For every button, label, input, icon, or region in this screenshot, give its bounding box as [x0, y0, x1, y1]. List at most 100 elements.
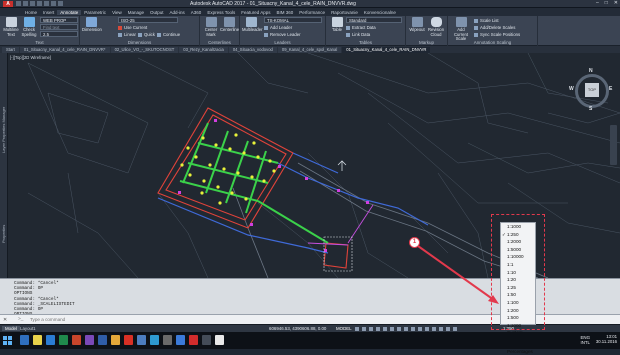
3d-osnap-icon[interactable] — [418, 327, 422, 331]
compass-south[interactable]: S — [589, 106, 592, 112]
wipeout-button[interactable]: Wipeout — [408, 17, 426, 33]
osnap-icon[interactable] — [383, 327, 387, 331]
maximize-icon[interactable]: □ — [605, 0, 608, 6]
table-button[interactable]: Table — [328, 17, 346, 33]
app-icon[interactable] — [202, 335, 211, 345]
sync-scale-positions-button[interactable]: Sync Scale Positions — [474, 32, 520, 37]
use-current-row[interactable]: Use Current — [118, 25, 147, 30]
ribbon-tab-bim-360[interactable]: BIM 360 — [274, 10, 297, 15]
navigation-bar[interactable] — [610, 125, 617, 165]
start-button-icon[interactable] — [3, 336, 12, 345]
properties-palette-tab[interactable]: Properties — [1, 203, 7, 243]
leader-style-combo[interactable]: TS-KOMAL — [264, 17, 322, 23]
ribbon-tab-performance[interactable]: Performance — [296, 10, 328, 15]
undo-icon[interactable] — [51, 1, 56, 6]
multileader-button[interactable]: Multileader — [242, 17, 260, 33]
coordinates-readout[interactable]: 606946.53, 4390606.88, 0.00 — [269, 326, 326, 331]
otrack-icon[interactable] — [390, 327, 394, 331]
text-height-combo[interactable]: 2.5 — [40, 31, 78, 37]
linear-button[interactable]: Linear — [124, 32, 136, 37]
add-current-scale-button[interactable]: Add Current Scale — [452, 17, 470, 42]
scale-list-button[interactable]: Scale List — [474, 18, 499, 23]
selection-filter-icon[interactable] — [432, 327, 436, 331]
ribbon-tab-konvencionalne[interactable]: Konvencionalne — [361, 10, 399, 15]
dynamic-ucs-icon[interactable] — [425, 327, 429, 331]
add-delete-scales-button[interactable]: Add/Delete Scales — [474, 25, 515, 30]
layout1-tab[interactable]: Layout1 — [18, 326, 38, 331]
open-file-icon[interactable] — [23, 1, 28, 6]
explorer-icon[interactable] — [20, 335, 29, 345]
ribbon-tab-annotate[interactable]: Annotate — [57, 10, 81, 15]
save-icon[interactable] — [30, 1, 35, 6]
text-style-combo[interactable]: WEB PROP — [40, 17, 78, 23]
dimension-style-combo[interactable]: ISO-25 — [118, 17, 178, 23]
ribbon-tab-featured-apps[interactable]: Featured Apps — [238, 10, 273, 15]
find-text-field[interactable]: Find text — [40, 24, 78, 30]
word-icon[interactable] — [46, 335, 55, 345]
lineweight-icon[interactable] — [397, 327, 401, 331]
table-style-combo[interactable]: Standard — [346, 17, 402, 23]
close-icon[interactable]: ✕ — [614, 0, 618, 6]
snap-icon[interactable] — [362, 327, 366, 331]
command-input[interactable] — [30, 316, 470, 323]
layer-properties-palette-tab[interactable]: Layer Properties Manager — [1, 93, 7, 153]
notepad-icon[interactable] — [215, 335, 224, 345]
continue-button[interactable]: Continue — [163, 32, 180, 37]
selection-cycling-icon[interactable] — [411, 327, 415, 331]
skype-icon[interactable] — [137, 335, 146, 345]
teamviewer-icon[interactable] — [176, 335, 185, 345]
grid-icon[interactable] — [355, 327, 359, 331]
clock[interactable]: 13:01 30.11.2016 — [596, 334, 617, 344]
dimension-button[interactable]: Dimension — [82, 17, 100, 33]
close-command-line-icon[interactable]: ✕ — [3, 317, 7, 323]
quick-button[interactable]: Quick — [144, 32, 155, 37]
center-mark-button[interactable]: Center Mark — [202, 17, 220, 37]
outlook-icon[interactable] — [98, 335, 107, 345]
autocad-taskbar-icon[interactable] — [189, 335, 198, 345]
ribbon-tab-insert[interactable]: Insert — [40, 10, 57, 15]
viewcube-top-face[interactable]: TOP — [585, 83, 599, 97]
calculator-icon[interactable] — [163, 335, 172, 345]
ribbon-tab-raportovanie[interactable]: Raportovanie — [328, 10, 361, 15]
annotation-visibility-icon[interactable] — [446, 327, 450, 331]
ribbon-tab-manage[interactable]: Manage — [125, 10, 147, 15]
compass-west[interactable]: W — [569, 86, 574, 92]
revision-cloud-button[interactable]: Revision Cloud — [427, 17, 445, 37]
ribbon-tab-home[interactable]: Home — [22, 10, 40, 15]
ribbon-tab-add-ins[interactable]: Add-ins — [167, 10, 188, 15]
ie-icon[interactable] — [150, 335, 159, 345]
add-leader-button[interactable]: Add Leader — [264, 25, 292, 30]
ortho-icon[interactable] — [369, 327, 373, 331]
chrome-icon[interactable] — [111, 335, 120, 345]
ribbon-tab-view[interactable]: View — [109, 10, 125, 15]
ribbon-tab-express-tools[interactable]: Express Tools — [204, 10, 238, 15]
folder-icon[interactable] — [33, 335, 42, 345]
gizmo-icon[interactable] — [439, 327, 443, 331]
transparency-icon[interactable] — [404, 327, 408, 331]
remove-leader-button[interactable]: Remove Leader — [264, 32, 301, 37]
extract-data-button[interactable]: Extract Data — [346, 25, 376, 30]
viewcube[interactable]: TOP N S E W — [569, 68, 615, 114]
excel-icon[interactable] — [59, 335, 68, 345]
viewport-label[interactable]: [-][Top][2D Wireframe] — [10, 55, 51, 60]
minimize-icon[interactable]: – — [596, 0, 599, 6]
ribbon-tab-parametric[interactable]: Parametric — [81, 10, 109, 15]
ribbon-tab-output[interactable]: Output — [147, 10, 167, 15]
new-file-icon[interactable] — [16, 1, 21, 6]
acrobat-icon[interactable] — [124, 335, 133, 345]
redo-icon[interactable] — [58, 1, 63, 6]
onenote-icon[interactable] — [85, 335, 94, 345]
powerpoint-icon[interactable] — [72, 335, 81, 345]
auto-scale-icon[interactable] — [453, 327, 457, 331]
check-spelling-button[interactable]: Check Spelling — [20, 17, 38, 37]
centerline-button[interactable]: Centerline — [220, 17, 238, 33]
compass-north[interactable]: N — [589, 68, 593, 74]
language-indicator[interactable]: ENG INTL — [580, 336, 590, 345]
multiline-text-button[interactable]: Multiline Text — [2, 17, 20, 37]
plot-icon[interactable] — [44, 1, 49, 6]
model-space-button[interactable]: MODEL — [336, 326, 352, 331]
polar-icon[interactable] — [376, 327, 380, 331]
save-as-icon[interactable] — [37, 1, 42, 6]
compass-east[interactable]: E — [609, 86, 612, 92]
link-data-button[interactable]: Link Data — [346, 32, 370, 37]
